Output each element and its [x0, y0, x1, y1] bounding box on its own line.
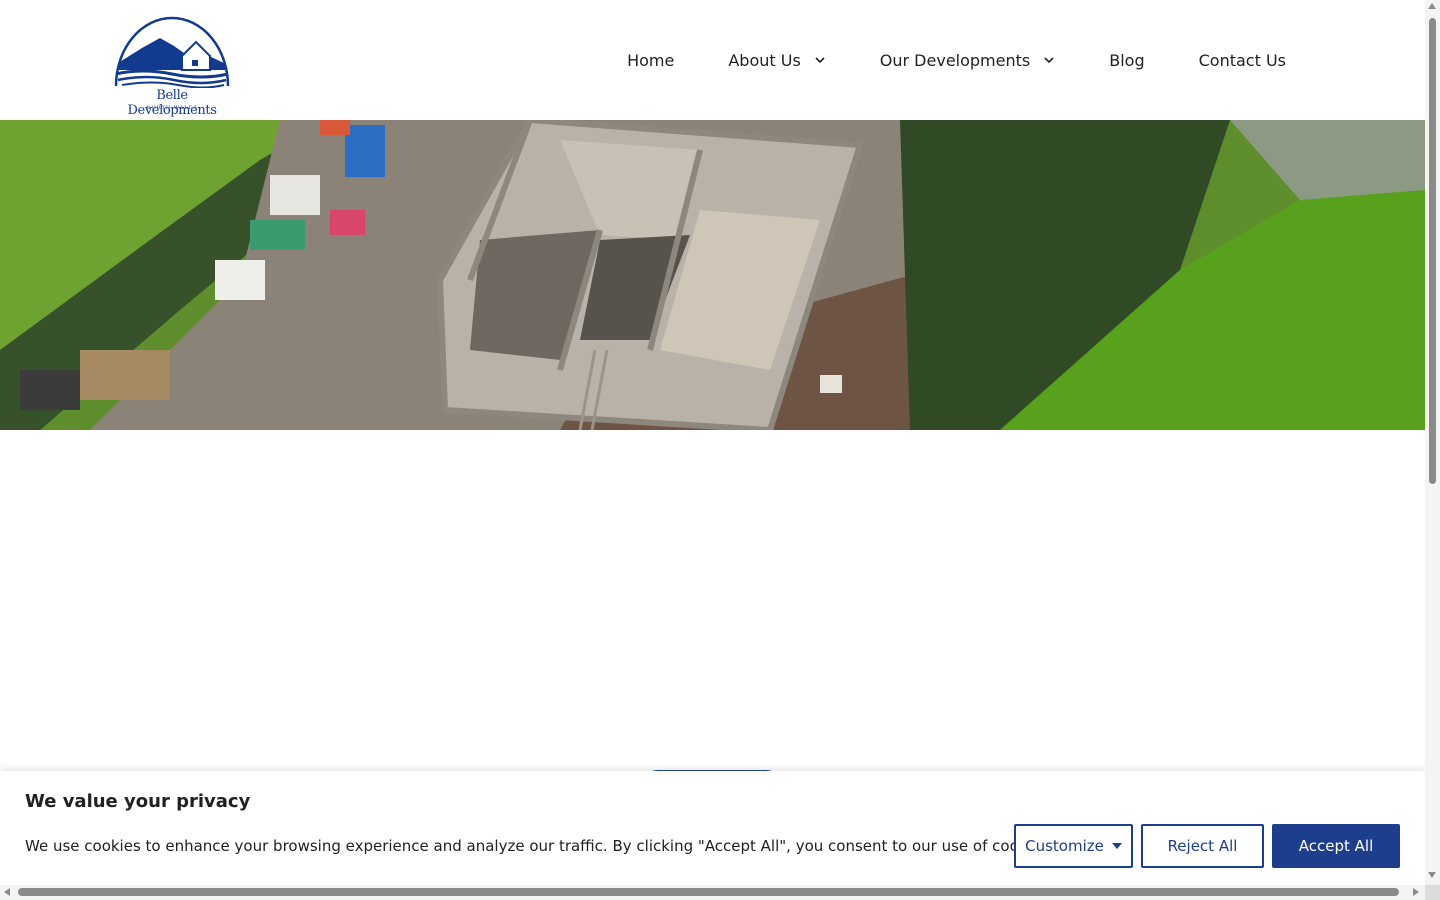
vertical-scrollbar[interactable] — [1425, 0, 1440, 885]
cookie-banner: We value your privacy We use cookies to … — [0, 771, 1425, 900]
horizontal-scroll-thumb[interactable] — [18, 888, 1399, 896]
scroll-up-arrow-icon[interactable] — [1428, 3, 1436, 9]
accept-all-label: Accept All — [1298, 837, 1374, 855]
construction-site-photo — [0, 120, 1425, 430]
caret-down-icon — [1111, 843, 1122, 849]
brand-subtitle: NORTH WALES — [146, 105, 198, 111]
logo-emblem-icon — [114, 16, 230, 89]
cookie-title: We value your privacy — [25, 791, 251, 812]
brand-name: Belle Developments — [127, 88, 217, 118]
main-nav: Home About Us Our Developments Blog Cont… — [627, 0, 1286, 120]
vertical-scroll-thumb[interactable] — [1429, 18, 1436, 484]
reject-all-button[interactable]: Reject All — [1141, 824, 1264, 868]
scrollbar-corner — [1425, 885, 1440, 900]
nav-about-us-label: About Us — [728, 50, 801, 70]
nav-our-developments[interactable]: Our Developments — [880, 51, 1055, 70]
horizontal-scrollbar[interactable] — [0, 885, 1425, 900]
nav-contact-us-label: Contact Us — [1198, 50, 1286, 70]
cookie-description: We use cookies to enhance your browsing … — [25, 837, 1054, 855]
customize-label: Customize — [1025, 837, 1104, 855]
scroll-right-arrow-icon[interactable] — [1413, 888, 1419, 896]
nav-contact-us[interactable]: Contact Us — [1199, 51, 1286, 70]
nav-blog-label: Blog — [1109, 50, 1145, 70]
brand-logo[interactable]: Belle Developments NORTH WALES — [112, 8, 232, 118]
reject-all-label: Reject All — [1167, 837, 1238, 855]
chevron-down-icon[interactable] — [814, 54, 826, 66]
nav-home[interactable]: Home — [627, 51, 674, 70]
nav-our-developments-label: Our Developments — [879, 50, 1031, 70]
nav-blog[interactable]: Blog — [1109, 51, 1144, 70]
site-header: Belle Developments NORTH WALES Home Abou… — [0, 0, 1425, 120]
nav-home-label: Home — [627, 50, 675, 70]
customize-button[interactable]: Customize — [1014, 824, 1133, 868]
hero-image — [0, 120, 1425, 430]
accept-all-button[interactable]: Accept All — [1272, 824, 1400, 868]
scroll-left-arrow-icon[interactable] — [4, 888, 10, 896]
nav-about-us[interactable]: About Us — [728, 51, 825, 70]
scroll-down-arrow-icon[interactable] — [1428, 872, 1436, 878]
chevron-down-icon[interactable] — [1043, 54, 1055, 66]
